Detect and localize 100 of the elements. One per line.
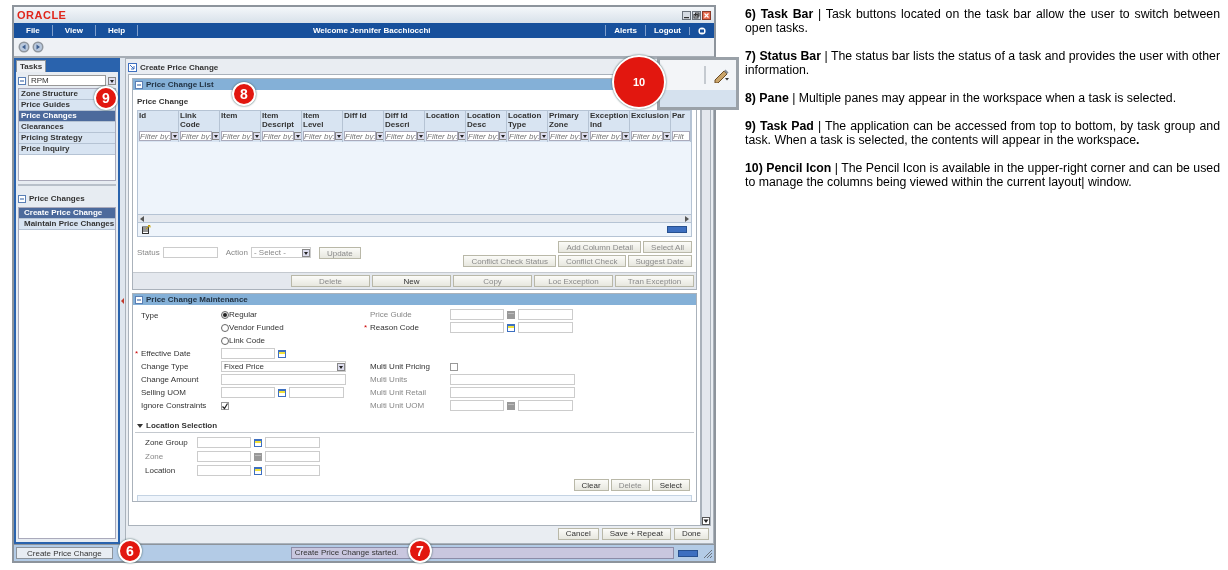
filter-field[interactable]: Filter by: bbox=[303, 131, 335, 141]
button[interactable]: New bbox=[372, 275, 451, 287]
input-field[interactable] bbox=[265, 437, 320, 448]
dropdown-arrow-icon[interactable] bbox=[581, 132, 588, 140]
input-field[interactable] bbox=[450, 322, 504, 333]
radio-button[interactable] bbox=[221, 310, 229, 319]
collapse-icon[interactable] bbox=[18, 194, 26, 203]
dropdown-arrow-icon[interactable] bbox=[499, 132, 506, 140]
input-field[interactable] bbox=[221, 348, 275, 359]
button[interactable]: Cancel bbox=[557, 527, 599, 540]
column-header[interactable]: Diff Id bbox=[343, 111, 384, 130]
calendar-icon[interactable] bbox=[278, 349, 286, 358]
dropdown-arrow-icon[interactable] bbox=[663, 132, 670, 140]
dropdown-arrow-icon[interactable] bbox=[540, 132, 547, 140]
expand-triangle-icon[interactable] bbox=[137, 422, 143, 429]
lookup-icon[interactable] bbox=[507, 323, 515, 332]
filter-field[interactable]: Filter by: bbox=[508, 131, 540, 141]
radio-button[interactable] bbox=[221, 336, 229, 345]
task-group-item[interactable]: Price Guides bbox=[19, 100, 72, 111]
checkbox[interactable] bbox=[221, 401, 229, 410]
button[interactable]: Done bbox=[673, 527, 709, 540]
dropdown-arrow-icon[interactable] bbox=[458, 132, 465, 140]
radio-option[interactable]: Link Code bbox=[221, 334, 284, 347]
filter-field[interactable]: Filter by: bbox=[344, 131, 376, 141]
button[interactable]: Clear bbox=[573, 479, 609, 491]
column-header[interactable]: Item Level bbox=[302, 111, 343, 130]
dropdown-arrow-icon[interactable] bbox=[171, 132, 178, 140]
column-header[interactable]: Par bbox=[671, 111, 691, 130]
input-field[interactable] bbox=[289, 387, 344, 398]
menu-item[interactable]: File bbox=[14, 25, 53, 36]
tab[interactable]: Tasks bbox=[16, 60, 47, 72]
input-field[interactable] bbox=[518, 309, 573, 320]
menu-link[interactable]: Logout bbox=[644, 25, 689, 36]
column-header[interactable]: Item bbox=[220, 111, 261, 130]
column-header[interactable]: Id bbox=[138, 111, 179, 130]
dropdown-arrow-icon[interactable] bbox=[212, 132, 219, 140]
dropdown-arrow-icon[interactable] bbox=[417, 132, 424, 140]
filter-field[interactable]: Filter by: bbox=[467, 131, 499, 141]
menu-item[interactable]: Help bbox=[95, 25, 139, 36]
input-field[interactable] bbox=[518, 400, 573, 411]
dropdown-arrow-icon[interactable] bbox=[376, 132, 383, 140]
filter-field[interactable]: Filter by: bbox=[549, 131, 581, 141]
column-header[interactable]: Item Descript bbox=[261, 111, 302, 130]
column-header[interactable]: Exclusion bbox=[630, 111, 671, 130]
filter-field[interactable]: Filter by: bbox=[221, 131, 253, 141]
column-header[interactable]: Link Code bbox=[179, 111, 220, 130]
input-field[interactable] bbox=[197, 451, 251, 462]
dropdown-arrow-icon[interactable] bbox=[301, 248, 310, 257]
column-header[interactable]: Location Desc bbox=[466, 111, 507, 130]
task-group-item[interactable]: Price Inquiry bbox=[19, 144, 72, 155]
column-header[interactable]: Location bbox=[425, 111, 466, 130]
scroll-bar[interactable] bbox=[138, 214, 691, 222]
input-field[interactable] bbox=[450, 400, 504, 411]
dropdown-arrow-icon[interactable] bbox=[294, 132, 301, 140]
filter-field[interactable]: Filt bbox=[672, 131, 690, 141]
lookup-icon[interactable] bbox=[254, 438, 262, 447]
menu-link[interactable]: Alerts bbox=[605, 25, 645, 36]
input-field[interactable] bbox=[197, 437, 251, 448]
radio-button[interactable] bbox=[221, 323, 229, 332]
filter-field[interactable]: Filter by: bbox=[262, 131, 294, 141]
column-header[interactable]: Location Type bbox=[507, 111, 548, 130]
dropdown-arrow-icon[interactable] bbox=[108, 76, 117, 85]
collapse-icon[interactable] bbox=[18, 76, 26, 85]
input-field[interactable] bbox=[450, 387, 575, 398]
resize-grip-icon[interactable] bbox=[702, 548, 712, 558]
dropdown[interactable]: Fixed Price bbox=[221, 361, 346, 372]
lookup-icon[interactable] bbox=[254, 466, 262, 475]
dropdown-arrow-icon[interactable] bbox=[622, 132, 629, 140]
task-group-item[interactable]: Clearances bbox=[19, 122, 66, 133]
input-field[interactable] bbox=[518, 322, 573, 333]
task-group-item[interactable]: Price Changes bbox=[19, 111, 116, 122]
column-header[interactable]: Diff Id Descri bbox=[384, 111, 425, 130]
filter-field[interactable]: Filter by: bbox=[631, 131, 663, 141]
collapse-icon[interactable] bbox=[135, 80, 143, 89]
menu-item[interactable]: View bbox=[52, 25, 96, 36]
scroll-down-icon[interactable] bbox=[702, 517, 710, 525]
export-icon[interactable] bbox=[142, 225, 151, 234]
column-header[interactable]: Exception Ind bbox=[589, 111, 630, 130]
input-field[interactable] bbox=[162, 247, 218, 258]
checkbox[interactable] bbox=[450, 362, 458, 371]
radio-option[interactable]: Vendor Funded bbox=[221, 321, 284, 334]
filter-field[interactable]: Filter by: bbox=[426, 131, 458, 141]
minimize-icon[interactable] bbox=[682, 10, 691, 20]
button[interactable]: Select bbox=[651, 479, 690, 491]
input-field[interactable] bbox=[265, 451, 320, 462]
filter-field[interactable]: Filter by: bbox=[180, 131, 212, 141]
input-field[interactable] bbox=[265, 465, 320, 476]
collapse-icon[interactable] bbox=[135, 295, 143, 304]
dropdown-arrow-icon[interactable] bbox=[253, 132, 260, 140]
forward-icon[interactable] bbox=[32, 41, 44, 53]
pencil-icon[interactable] bbox=[712, 67, 730, 83]
filter-field[interactable]: Filter by: bbox=[139, 131, 171, 141]
radio-option[interactable]: Regular bbox=[221, 308, 284, 321]
task-item[interactable]: Maintain Price Changes bbox=[19, 219, 116, 230]
lookup-icon[interactable] bbox=[278, 388, 286, 397]
column-header[interactable]: Primary Zone bbox=[548, 111, 589, 130]
button[interactable]: Save + Repeat bbox=[601, 527, 671, 540]
close-icon[interactable] bbox=[702, 10, 711, 20]
filter-field[interactable]: Filter by: bbox=[385, 131, 417, 141]
filter-field[interactable]: Filter by: bbox=[590, 131, 622, 141]
